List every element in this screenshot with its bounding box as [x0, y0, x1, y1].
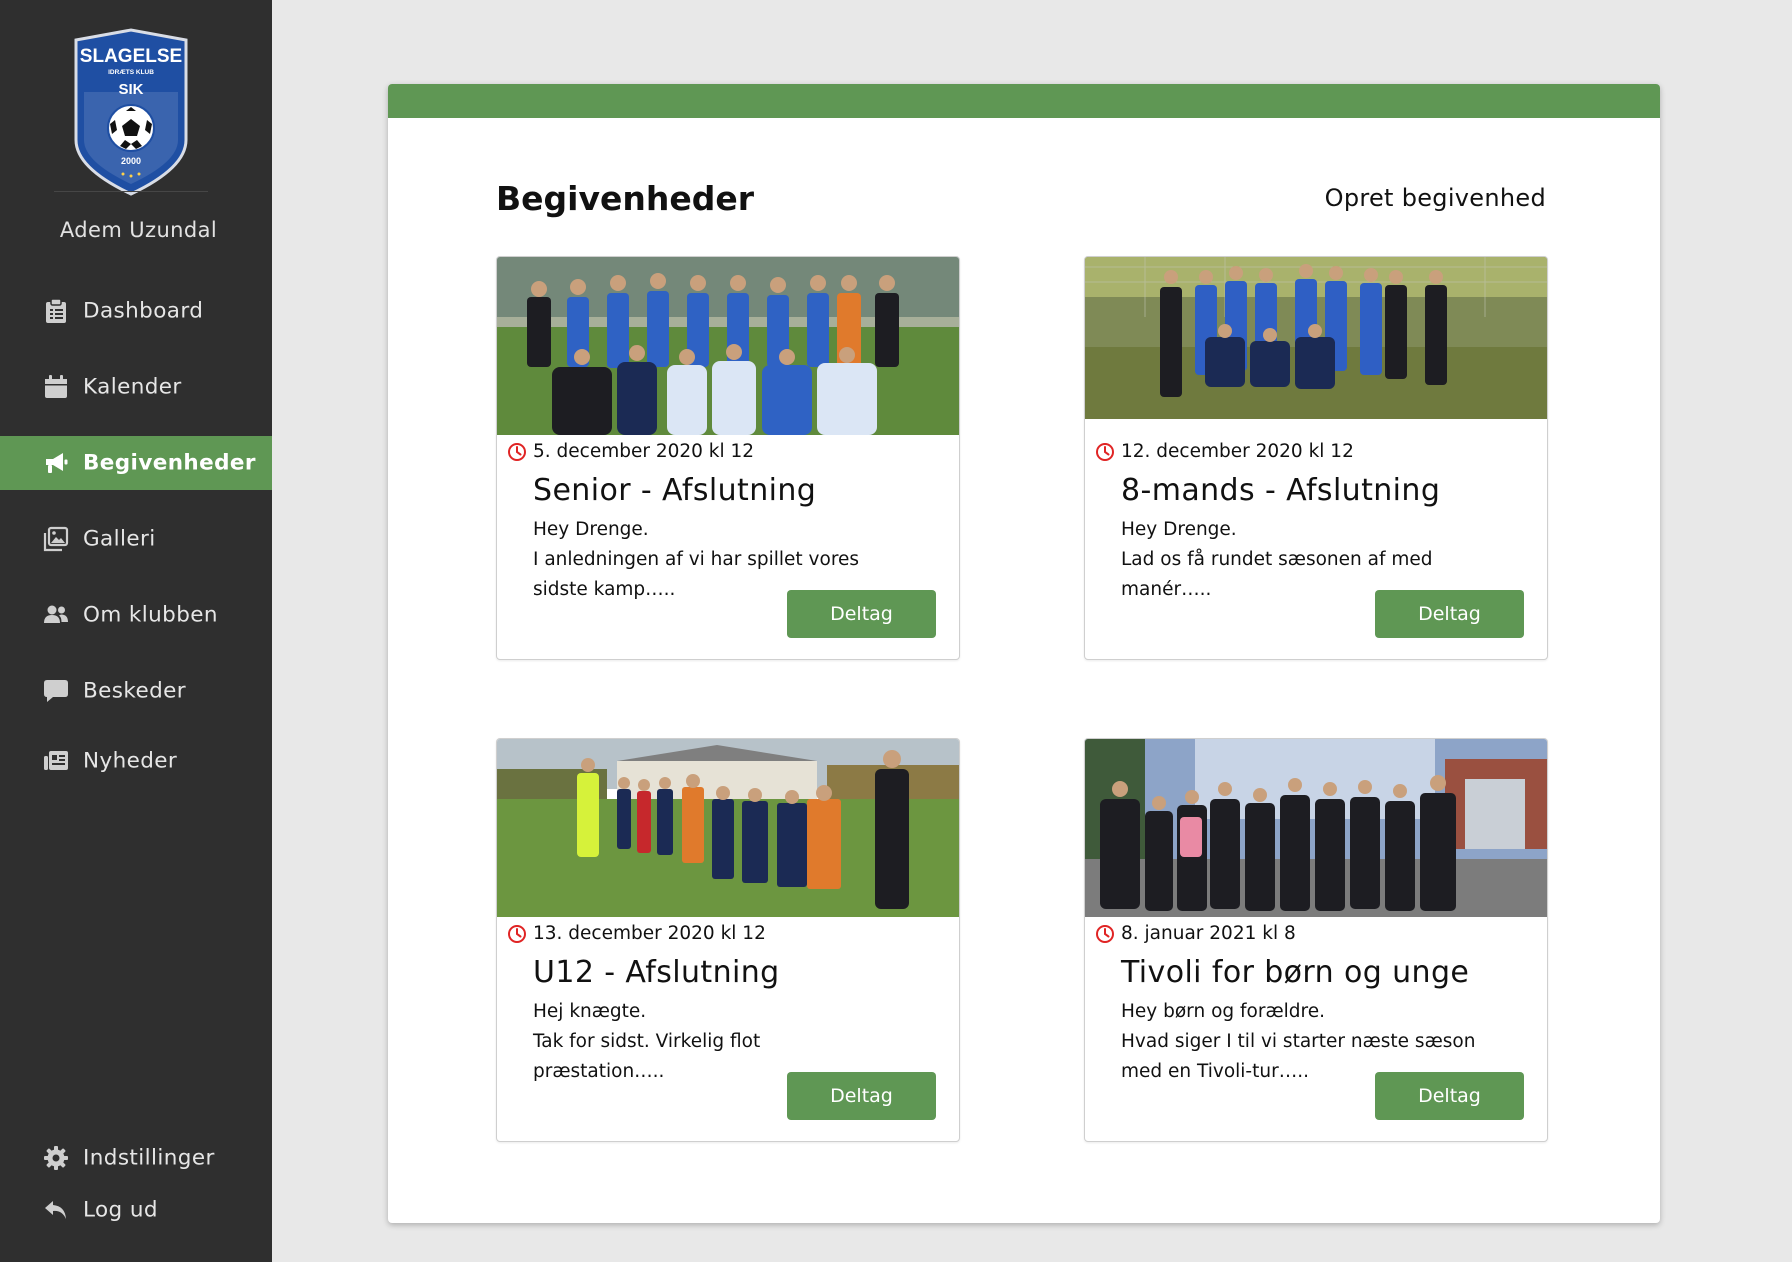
sidebar-item-kalender[interactable]: Kalender: [0, 360, 272, 414]
event-description-line: I anledningen af vi har spillet vores: [533, 549, 860, 570]
event-image: [1085, 257, 1547, 435]
event-title[interactable]: 8-mands - Afslutning: [1121, 473, 1440, 508]
club-logo[interactable]: SLAGELSE IDRÆTS KLUB SIK 2000: [70, 28, 192, 196]
page-title: Begivenheder: [496, 179, 755, 218]
event-title[interactable]: U12 - Afslutning: [533, 955, 780, 990]
sidebar-item-label: Galleri: [83, 526, 156, 552]
event-image: [497, 739, 959, 917]
sidebar-item-galleri[interactable]: Galleri: [0, 512, 272, 566]
logout-label: Log ud: [83, 1197, 158, 1223]
clock-icon: [508, 442, 526, 461]
gear-icon: [43, 1145, 69, 1171]
event-date: 12. december 2020 kl 12: [1095, 441, 1354, 462]
svg-text:SIK: SIK: [118, 81, 143, 98]
event-date-text: 8. januar 2021 kl 8: [1121, 923, 1296, 944]
clipboard-icon: [43, 298, 69, 324]
event-date-text: 5. december 2020 kl 12: [533, 441, 755, 462]
event-card: 8. januar 2021 kl 8 Tivoli for børn og u…: [1084, 738, 1548, 1142]
svg-text:IDRÆTS KLUB: IDRÆTS KLUB: [108, 69, 154, 76]
chat-icon: [43, 678, 69, 704]
event-description-line: Hvad siger I til vi starter næste sæson: [1121, 1031, 1476, 1052]
sidebar-item-dashboard[interactable]: Dashboard: [0, 284, 272, 338]
settings-link[interactable]: Indstillinger: [0, 1130, 272, 1186]
event-date: 5. december 2020 kl 12: [507, 441, 754, 462]
event-description-line: Hey børn og forældre.: [1121, 1001, 1325, 1022]
gallery-icon: [43, 526, 69, 552]
logo-divider: [54, 191, 208, 192]
event-description-line: Hey Drenge.: [533, 519, 649, 540]
sidebar-item-label: Begivenheder: [83, 450, 256, 476]
event-date-text: 13. december 2020 kl 12: [533, 923, 766, 944]
logout-link[interactable]: Log ud: [0, 1184, 272, 1236]
sidebar-item-label: Om klubben: [83, 602, 218, 628]
join-button[interactable]: Deltag: [1375, 1072, 1524, 1120]
event-date-text: 12. december 2020 kl 12: [1121, 441, 1354, 462]
svg-text:2000: 2000: [121, 156, 141, 166]
event-title[interactable]: Senior - Afslutning: [533, 473, 816, 508]
sidebar-item-beskeder[interactable]: Beskeder: [0, 664, 272, 718]
sidebar-item-label: Beskeder: [83, 678, 187, 704]
event-description-line: Hej knægte.: [533, 1001, 647, 1022]
users-icon: [43, 602, 69, 628]
clock-icon: [1096, 924, 1114, 943]
calendar-icon: [43, 374, 69, 400]
svg-text:SLAGELSE: SLAGELSE: [80, 46, 182, 67]
create-event-button[interactable]: Opret begivenhed: [1325, 184, 1546, 212]
sidebar-item-nyheder[interactable]: Nyheder: [0, 734, 272, 788]
sidebar-item-label: Dashboard: [83, 298, 204, 324]
logout-icon: [43, 1197, 69, 1223]
join-button[interactable]: Deltag: [787, 1072, 936, 1120]
join-button[interactable]: Deltag: [1375, 590, 1524, 638]
events-panel: Begivenheder Opret begivenhed 5. decembe…: [388, 84, 1660, 1223]
megaphone-icon: [43, 450, 69, 476]
event-card: 12. december 2020 kl 12 8-mands - Afslut…: [1084, 256, 1548, 660]
event-description-line: Hey Drenge.: [1121, 519, 1237, 540]
sidebar-item-om-klubben[interactable]: Om klubben: [0, 588, 272, 642]
event-card: 13. december 2020 kl 12 U12 - Afslutning…: [496, 738, 960, 1142]
event-image: [1085, 739, 1547, 917]
event-date: 13. december 2020 kl 12: [507, 923, 766, 944]
user-name: Adem Uzundal: [59, 218, 218, 242]
clock-icon: [508, 924, 526, 943]
panel-header-bar: [388, 84, 1660, 118]
sidebar: SLAGELSE IDRÆTS KLUB SIK 2000 Adem Uzund…: [0, 0, 272, 1262]
sidebar-item-label: Kalender: [83, 374, 182, 400]
join-button[interactable]: Deltag: [787, 590, 936, 638]
event-image: [497, 257, 959, 435]
clock-icon: [1096, 442, 1114, 461]
event-description-line: Tak for sidst. Virkelig flot: [533, 1031, 761, 1052]
sidebar-item-label: Nyheder: [83, 748, 178, 774]
event-description-line: Lad os få rundet sæsonen af med: [1121, 549, 1433, 570]
sidebar-item-begivenheder[interactable]: Begivenheder: [0, 436, 272, 490]
settings-label: Indstillinger: [83, 1145, 215, 1171]
event-title[interactable]: Tivoli for børn og unge: [1121, 955, 1469, 990]
event-date: 8. januar 2021 kl 8: [1095, 923, 1296, 944]
event-card: 5. december 2020 kl 12 Senior - Afslutni…: [496, 256, 960, 660]
newspaper-icon: [43, 748, 69, 774]
